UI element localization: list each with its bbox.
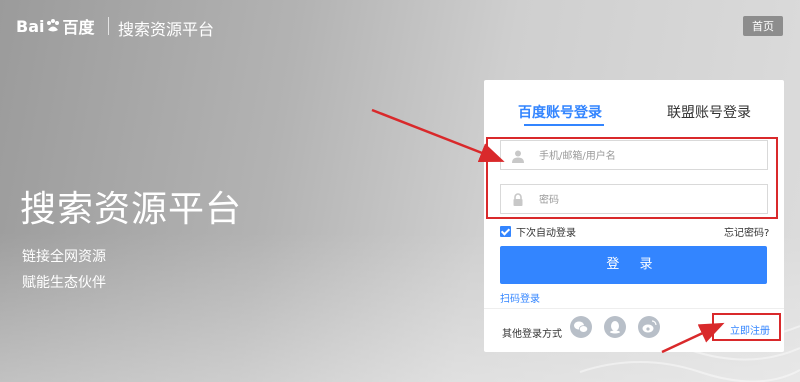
header-title: 搜索资源平台 — [118, 20, 215, 39]
qr-login-link[interactable]: 扫码登录 — [500, 290, 540, 305]
home-button[interactable]: 首页 — [743, 16, 783, 36]
weibo-icon[interactable] — [638, 316, 660, 338]
remember-checkbox[interactable] — [500, 226, 511, 237]
tab-union-account[interactable]: 联盟账号登录 — [667, 102, 751, 122]
hero-tagline-1: 链接全网资源 — [22, 249, 106, 265]
qq-icon[interactable] — [604, 316, 626, 338]
login-button[interactable]: 登 录 — [500, 246, 767, 284]
annotation-arrow-credentials — [371, 108, 505, 163]
remember-me[interactable]: 下次自动登录 — [500, 224, 576, 239]
annotation-register-box — [712, 313, 781, 341]
other-login-label: 其他登录方式 — [502, 329, 562, 340]
active-tab-indicator — [524, 124, 604, 126]
top-header: Bai 百度 搜索资源平台 首页 — [0, 0, 800, 52]
tab-baidu-account[interactable]: 百度账号登录 — [518, 102, 602, 122]
hero-tagline-2: 赋能生态伙伴 — [22, 275, 106, 291]
header-divider — [108, 17, 109, 35]
paw-icon — [47, 19, 60, 32]
baidu-logo[interactable]: Bai 百度 — [16, 14, 95, 38]
wechat-icon[interactable] — [570, 316, 592, 338]
forgot-password-link[interactable]: 忘记密码? — [724, 224, 769, 239]
hero-title: 搜索资源平台 — [20, 189, 243, 230]
remember-label: 下次自动登录 — [516, 228, 576, 239]
logo-text-left: Bai — [16, 16, 45, 36]
annotation-credentials-box — [486, 137, 778, 219]
logo-text-right: 百度 — [62, 18, 95, 37]
card-separator — [484, 308, 784, 309]
